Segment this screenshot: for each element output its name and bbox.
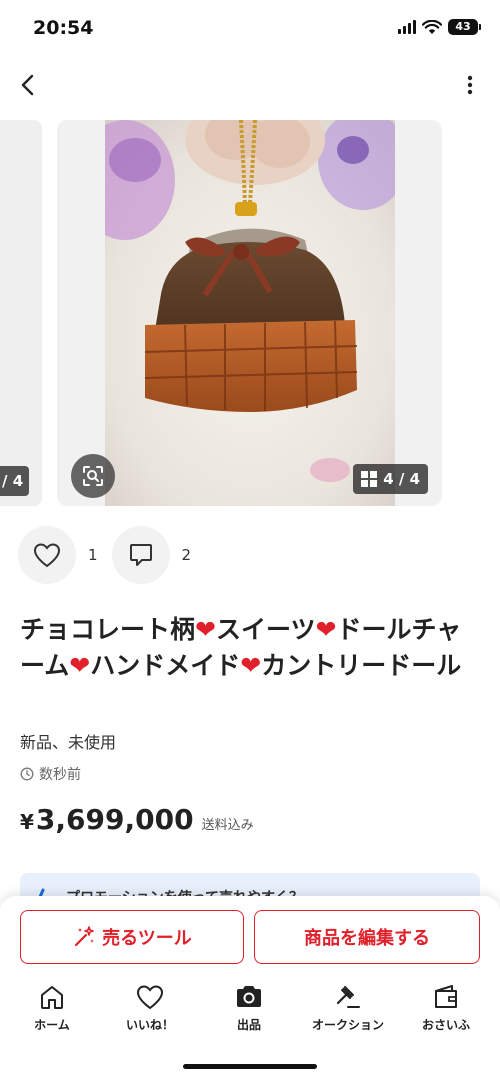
comment-button[interactable] <box>111 526 170 584</box>
magic-wand-icon <box>75 926 95 947</box>
home-icon <box>41 986 63 1009</box>
comment-count: 2 <box>181 546 192 564</box>
reaction-row: 1 2 <box>18 526 205 584</box>
tab-home-label: ホーム <box>34 1018 70 1032</box>
image-counter-text: 4 / 4 <box>383 470 420 488</box>
bottom-tab-bar: ホーム いいね！ 出品 オークション おさいふ <box>0 972 500 1080</box>
gavel-icon <box>336 986 360 1008</box>
more-options-button[interactable] <box>460 70 480 100</box>
clock-icon <box>20 767 34 781</box>
nav-bar <box>0 62 500 108</box>
chevron-left-icon <box>21 74 34 96</box>
home-indicator <box>183 1064 317 1069</box>
like-count: 1 <box>88 546 98 564</box>
signal-icon <box>398 20 416 34</box>
heart-icon <box>136 985 164 1010</box>
previous-image-counter: / 4 <box>0 466 30 496</box>
item-condition: 新品、未使用 <box>20 733 117 752</box>
image-counter[interactable]: 4 / 4 <box>353 464 428 494</box>
status-time: 20:54 <box>33 17 94 39</box>
tab-home[interactable]: ホーム <box>4 984 100 1033</box>
tab-likes-label: いいね！ <box>125 1018 174 1032</box>
tab-wallet[interactable]: おさいふ <box>398 984 494 1033</box>
tab-auction[interactable]: オークション <box>300 984 396 1033</box>
tab-sell-label: 出品 <box>236 1018 261 1032</box>
heart-emoji-icon: ❤ <box>240 651 262 680</box>
posted-time: 数秒前 <box>20 764 81 784</box>
tab-likes[interactable]: いいね！ <box>102 984 198 1033</box>
tab-sell[interactable]: 出品 <box>201 984 297 1033</box>
edit-item-button[interactable]: 商品を編集する <box>254 910 480 964</box>
title-part: スイーツ <box>215 615 316 644</box>
tab-wallet-label: おさいふ <box>421 1018 470 1032</box>
title-part: ハンドメイド <box>90 651 241 680</box>
action-bar: 売るツール 商品を編集する <box>0 896 500 972</box>
price-value: 3,699,000 <box>35 803 194 836</box>
status-icons: 43 <box>398 19 481 35</box>
posted-time-text: 数秒前 <box>39 767 81 783</box>
tab-auction-label: オークション <box>311 1018 384 1032</box>
edit-item-label: 商品を編集する <box>304 928 430 949</box>
product-title: チョコレート柄❤スイーツ❤ドールチャーム❤ハンドメイド❤カントリードール <box>20 612 480 684</box>
price-row: ¥ 3,699,000 送料込み <box>20 803 254 836</box>
image-carousel[interactable]: / 4 4 / 4 <box>0 120 500 506</box>
title-part: カントリードール <box>261 651 462 680</box>
wifi-icon <box>422 19 442 34</box>
more-vertical-icon <box>467 75 473 95</box>
shipping-note: 送料込み <box>201 818 254 833</box>
comment-icon <box>129 544 152 566</box>
heart-emoji-icon: ❤ <box>69 651 91 680</box>
image-search-button[interactable] <box>71 454 115 498</box>
title-part: チョコレート柄 <box>20 615 196 644</box>
heart-outline-icon <box>33 543 61 568</box>
wallet-icon <box>435 985 457 1008</box>
status-bar: 20:54 43 <box>0 0 500 60</box>
heart-emoji-icon: ❤ <box>195 615 216 644</box>
like-button[interactable] <box>18 526 76 584</box>
price-currency: ¥ <box>20 810 34 834</box>
back-button[interactable] <box>12 68 42 102</box>
grid-icon <box>361 471 378 487</box>
product-photo <box>105 120 395 506</box>
sell-tool-button[interactable]: 売るツール <box>20 910 244 964</box>
camera-icon <box>237 986 261 1007</box>
main-image-card[interactable]: 4 / 4 <box>57 120 442 506</box>
previous-image-card[interactable]: / 4 <box>0 120 42 506</box>
sell-tool-label: 売るツール <box>102 928 192 949</box>
battery-indicator: 43 <box>448 19 481 35</box>
heart-emoji-icon: ❤ <box>315 615 337 644</box>
lens-search-icon <box>83 466 103 486</box>
